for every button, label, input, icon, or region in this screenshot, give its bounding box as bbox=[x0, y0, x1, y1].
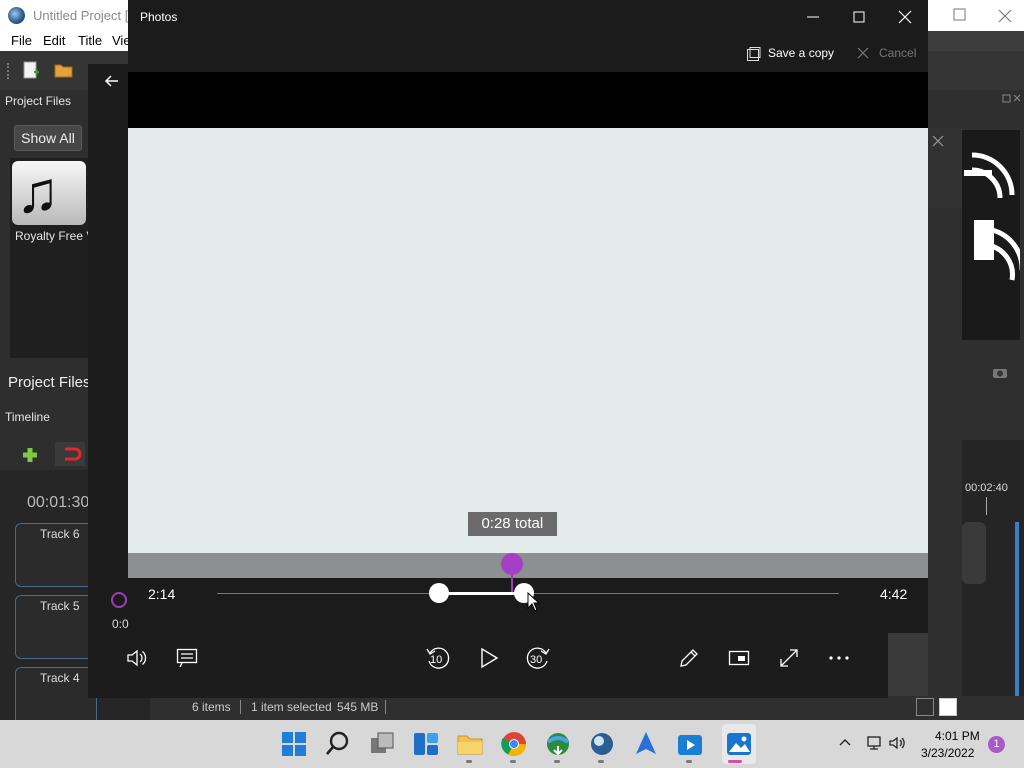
trim-selected-range bbox=[439, 592, 524, 595]
fullscreen-icon[interactable] bbox=[778, 647, 800, 669]
save-copy-icon bbox=[746, 46, 762, 62]
show-all-button[interactable]: Show All bbox=[14, 125, 82, 151]
status-selection: 1 item selected bbox=[251, 700, 332, 714]
task-view-icon[interactable] bbox=[368, 730, 396, 758]
file-name-label[interactable]: Royalty Free V bbox=[15, 229, 94, 243]
trim-start-time: 2:14 bbox=[148, 586, 176, 602]
search-icon[interactable] bbox=[324, 730, 352, 758]
status-divider bbox=[385, 700, 386, 714]
rewind-seconds-label: 10 bbox=[430, 654, 443, 666]
openshot-taskbar-icon[interactable] bbox=[588, 730, 616, 758]
video-preview-thumbnail bbox=[962, 130, 1020, 340]
running-indicator bbox=[686, 760, 692, 763]
playhead-marker[interactable] bbox=[500, 553, 523, 575]
notification-badge[interactable]: 1 bbox=[988, 736, 1005, 753]
video-frame[interactable] bbox=[128, 128, 928, 553]
clock-date[interactable]: 3/23/2022 bbox=[921, 746, 974, 760]
status-size: 545 MB bbox=[337, 700, 379, 714]
track-label: Track 6 bbox=[40, 527, 80, 541]
timeline-header: Timeline bbox=[5, 410, 50, 424]
snap-magnet-icon[interactable] bbox=[55, 442, 85, 466]
widgets-icon[interactable] bbox=[412, 730, 440, 758]
camera-icon[interactable] bbox=[992, 366, 1008, 378]
open-project-icon[interactable] bbox=[54, 61, 74, 79]
trim-waveform-band bbox=[128, 553, 928, 578]
network-icon[interactable] bbox=[864, 735, 882, 751]
clock-time[interactable]: 4:01 PM bbox=[935, 729, 980, 743]
running-indicator bbox=[510, 760, 516, 763]
video-editor-icon[interactable] bbox=[676, 730, 704, 758]
status-item-count: 6 items bbox=[192, 700, 231, 714]
video-letterbox bbox=[128, 72, 928, 128]
active-indicator bbox=[728, 760, 742, 763]
cancel-button[interactable]: Cancel bbox=[879, 46, 916, 60]
trim-duration-tooltip: 0:28 total bbox=[467, 512, 557, 536]
blue-app-icon[interactable] bbox=[632, 730, 660, 758]
speaker-icon[interactable] bbox=[889, 735, 907, 751]
background-dialog-close-icon[interactable] bbox=[932, 135, 944, 147]
toolbar-grip bbox=[7, 63, 13, 79]
dock-float-icon[interactable] bbox=[1002, 94, 1022, 104]
timeline-time-peek: 0:0 bbox=[112, 617, 129, 631]
add-track-icon[interactable] bbox=[20, 445, 40, 465]
track-label: Track 4 bbox=[40, 671, 80, 685]
play-icon[interactable] bbox=[478, 647, 500, 669]
save-a-copy-label: Save a copy bbox=[768, 46, 835, 60]
openshot-window-title: Untitled Project [H bbox=[33, 8, 138, 23]
status-divider bbox=[240, 700, 241, 714]
trim-start-handle[interactable] bbox=[429, 583, 450, 603]
pencil-icon[interactable] bbox=[678, 647, 700, 669]
thumbnail-view-icon[interactable] bbox=[939, 698, 957, 716]
trim-end-time: 4:42 bbox=[880, 586, 908, 602]
chevron-up-icon[interactable] bbox=[838, 737, 852, 747]
track-label: Track 5 bbox=[40, 599, 80, 613]
running-indicator bbox=[466, 760, 472, 763]
timeline-clip[interactable] bbox=[962, 522, 986, 584]
running-indicator bbox=[554, 760, 560, 763]
running-indicator bbox=[598, 760, 604, 763]
minimize-icon[interactable] bbox=[804, 8, 822, 26]
volume-icon[interactable] bbox=[126, 647, 148, 669]
chrome-icon[interactable] bbox=[500, 730, 528, 758]
forward-seconds-label: 30 bbox=[530, 654, 543, 666]
download-manager-icon[interactable] bbox=[544, 730, 572, 758]
timeline-ruler-time: 00:02:40 bbox=[965, 482, 1008, 494]
mini-view-icon[interactable] bbox=[728, 648, 750, 668]
start-icon[interactable] bbox=[280, 730, 308, 758]
openshot-close-icon[interactable] bbox=[996, 7, 1014, 25]
openshot-logo-icon bbox=[8, 7, 25, 24]
more-icon[interactable] bbox=[828, 655, 850, 661]
close-icon[interactable] bbox=[896, 8, 914, 26]
timeline-timecode: 00:01:30 bbox=[27, 494, 90, 511]
music-note-icon: ♫ bbox=[16, 160, 60, 225]
mouse-cursor-icon bbox=[527, 592, 541, 612]
maximize-icon[interactable] bbox=[850, 8, 868, 26]
photos-title: Photos bbox=[140, 10, 178, 24]
ruler-tick bbox=[986, 497, 987, 515]
details-view-icon[interactable] bbox=[916, 698, 934, 716]
project-files-header: Project Files bbox=[5, 94, 72, 108]
timeline-scrollbar[interactable] bbox=[1015, 522, 1019, 702]
tab-project-files[interactable]: Project Files bbox=[8, 374, 91, 391]
file-explorer-icon[interactable] bbox=[456, 730, 484, 758]
back-arrow-icon[interactable] bbox=[102, 71, 122, 91]
photos-taskbar-icon[interactable] bbox=[725, 730, 753, 758]
captions-icon[interactable] bbox=[176, 648, 198, 668]
openshot-menubar-right bbox=[928, 31, 1024, 51]
cancel-x-icon[interactable] bbox=[856, 46, 870, 60]
menu-title[interactable]: Title bbox=[78, 33, 102, 48]
new-project-icon[interactable] bbox=[22, 61, 40, 79]
openshot-maximize-icon[interactable] bbox=[952, 7, 968, 23]
menu-edit[interactable]: Edit bbox=[43, 33, 65, 48]
menu-file[interactable]: File bbox=[11, 33, 32, 48]
timeline-playhead-peek bbox=[111, 592, 127, 608]
